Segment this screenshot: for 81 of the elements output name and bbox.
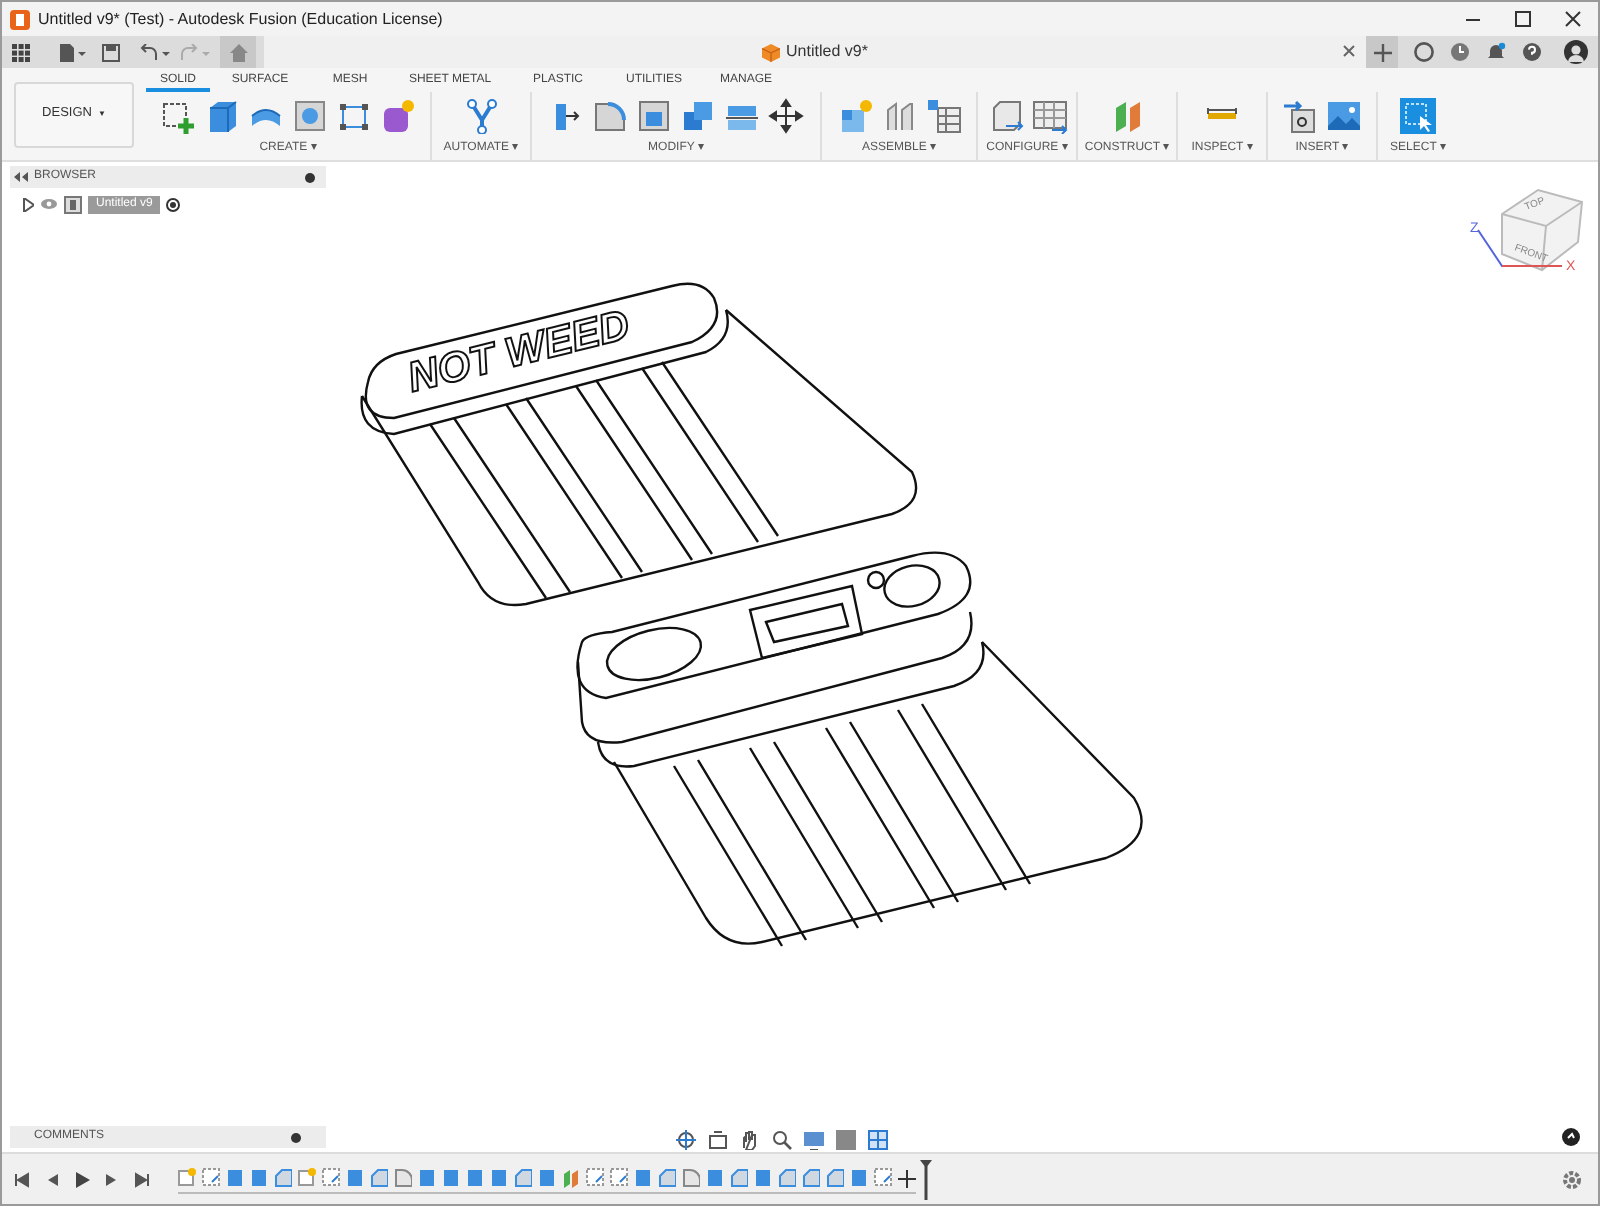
help-icon[interactable] bbox=[1522, 42, 1542, 62]
chamfer-feature-icon[interactable] bbox=[274, 1168, 292, 1188]
extensions-icon[interactable] bbox=[1414, 42, 1434, 62]
extrude-feature-icon[interactable] bbox=[634, 1168, 652, 1188]
sketch-feature-icon[interactable] bbox=[298, 1168, 316, 1188]
sketch-feature-icon[interactable] bbox=[610, 1168, 628, 1188]
chamfer-feature-icon[interactable] bbox=[730, 1168, 748, 1188]
move-icon[interactable] bbox=[768, 98, 804, 134]
extrude-feature-icon[interactable] bbox=[538, 1168, 556, 1188]
settings-icon[interactable] bbox=[1562, 1169, 1582, 1189]
undo-icon[interactable] bbox=[140, 43, 172, 61]
sketch-feature-icon[interactable] bbox=[586, 1168, 604, 1188]
insert-image-icon[interactable] bbox=[1326, 98, 1362, 134]
save-icon[interactable] bbox=[102, 43, 120, 61]
pan-icon[interactable] bbox=[740, 1130, 760, 1150]
sketch-feature-icon[interactable] bbox=[178, 1168, 196, 1188]
form-icon[interactable] bbox=[380, 98, 416, 134]
hole-icon[interactable] bbox=[292, 98, 328, 134]
collapsed-arrow-icon[interactable] bbox=[22, 197, 34, 211]
avatar-icon[interactable] bbox=[1564, 40, 1588, 64]
look-at-icon[interactable] bbox=[708, 1130, 728, 1150]
fillet-feature-icon[interactable] bbox=[394, 1168, 412, 1188]
select-icon[interactable] bbox=[1400, 98, 1436, 134]
close-icon[interactable] bbox=[1342, 44, 1356, 58]
close-icon[interactable] bbox=[1564, 10, 1582, 28]
plane-feature-icon[interactable] bbox=[562, 1168, 580, 1188]
document-tab[interactable]: Untitled v9* bbox=[264, 36, 1366, 68]
shell-icon[interactable] bbox=[636, 98, 672, 134]
pin-icon[interactable] bbox=[304, 171, 316, 183]
grid-icon[interactable] bbox=[868, 1130, 888, 1150]
go-to-end-icon[interactable] bbox=[134, 1171, 150, 1187]
sketch-feature-icon[interactable] bbox=[322, 1168, 340, 1188]
combine-icon[interactable] bbox=[680, 98, 716, 134]
table-icon[interactable] bbox=[1031, 98, 1067, 134]
extrude-feature-icon[interactable] bbox=[850, 1168, 868, 1188]
visibility-icon[interactable] bbox=[40, 198, 58, 210]
active-radio-icon[interactable] bbox=[166, 197, 181, 211]
document-icon bbox=[64, 195, 82, 213]
chamfer-feature-icon[interactable] bbox=[658, 1168, 676, 1188]
extrude-feature-icon[interactable] bbox=[754, 1168, 772, 1188]
orbit-icon[interactable] bbox=[676, 1130, 696, 1150]
chamfer-feature-icon[interactable] bbox=[370, 1168, 388, 1188]
move-feature-icon[interactable] bbox=[898, 1169, 916, 1187]
configure-icon[interactable] bbox=[987, 98, 1023, 134]
plus-icon bbox=[1373, 43, 1391, 61]
fillet-icon[interactable] bbox=[592, 98, 628, 134]
engraved-text: NOT WEED bbox=[403, 302, 635, 402]
create-sketch-icon[interactable] bbox=[160, 98, 196, 134]
part-icon bbox=[762, 43, 781, 61]
home-button[interactable] bbox=[220, 36, 256, 68]
timeline-marker-icon[interactable] bbox=[920, 1159, 932, 1199]
go-to-start-icon[interactable] bbox=[14, 1171, 30, 1187]
component-table-icon[interactable] bbox=[925, 98, 961, 134]
extrude-feature-icon[interactable] bbox=[706, 1168, 724, 1188]
collapse-icon[interactable] bbox=[14, 172, 28, 182]
fillet-feature-icon[interactable] bbox=[682, 1168, 700, 1188]
box-icon[interactable] bbox=[204, 98, 240, 134]
display-settings-icon[interactable] bbox=[804, 1130, 824, 1150]
clock-icon[interactable] bbox=[1450, 42, 1470, 62]
new-component-icon[interactable] bbox=[837, 98, 873, 134]
previous-step-icon[interactable] bbox=[44, 1171, 60, 1187]
automate-icon[interactable] bbox=[463, 98, 499, 134]
pattern-icon[interactable] bbox=[336, 98, 372, 134]
insert-derive-icon[interactable] bbox=[1282, 98, 1318, 134]
bell-icon[interactable] bbox=[1486, 42, 1506, 62]
home-icon bbox=[229, 43, 247, 61]
next-step-icon[interactable] bbox=[104, 1171, 120, 1187]
play-icon[interactable] bbox=[74, 1171, 90, 1187]
app-grid-icon[interactable] bbox=[12, 43, 30, 61]
comment-bubble-icon[interactable] bbox=[1562, 1128, 1580, 1146]
file-menu-icon[interactable] bbox=[58, 43, 86, 61]
window-title: Untitled v9* (Test) - Autodesk Fusion (Education License) bbox=[38, 7, 443, 31]
joint-icon[interactable] bbox=[881, 98, 917, 134]
maximize-icon[interactable] bbox=[1514, 10, 1532, 28]
extrude-feature-icon[interactable] bbox=[346, 1168, 364, 1188]
app-logo-icon bbox=[10, 9, 30, 29]
zoom-icon[interactable] bbox=[772, 1130, 792, 1150]
pin-icon[interactable] bbox=[290, 1131, 302, 1143]
sketch-feature-icon[interactable] bbox=[202, 1168, 220, 1188]
chamfer-feature-icon[interactable] bbox=[514, 1168, 532, 1188]
new-tab-button[interactable] bbox=[1366, 36, 1398, 68]
